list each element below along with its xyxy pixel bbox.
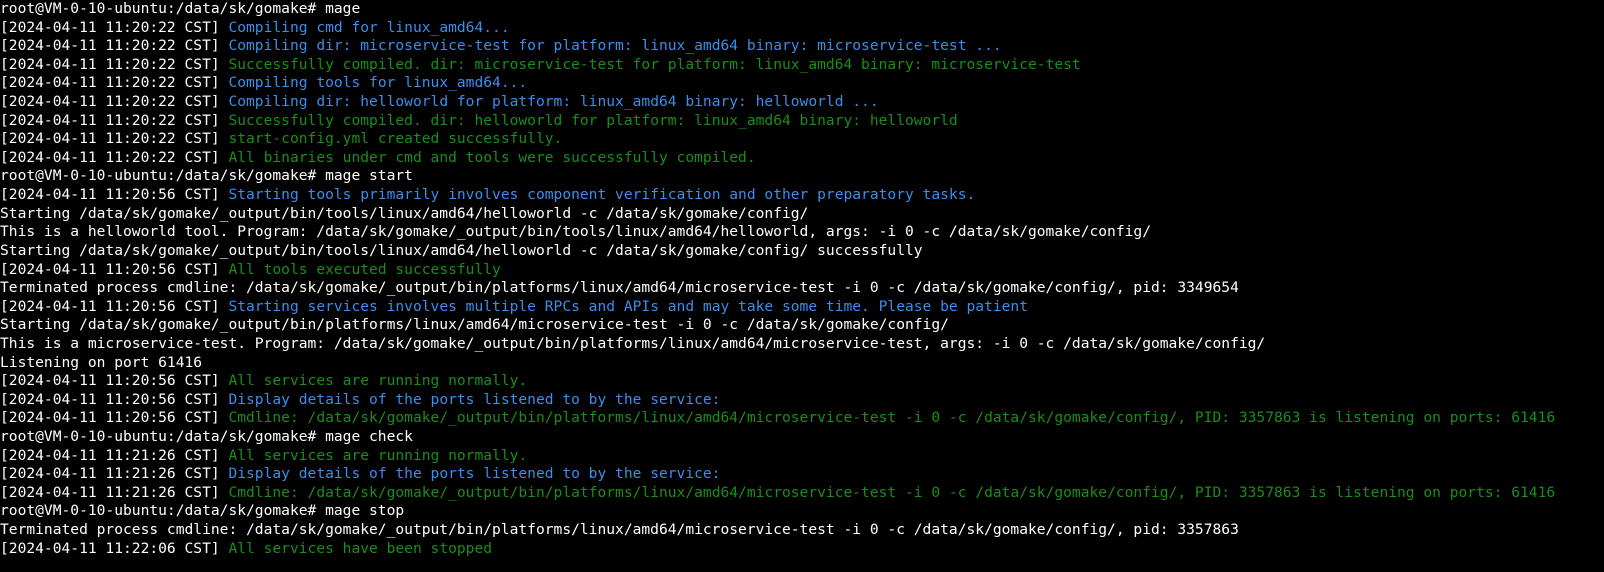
log-line: [2024-04-11 11:20:22 CST] All binaries u… [0,149,1604,168]
shell-prompt: root@VM-0-10-ubuntu:/data/sk/gomake# [0,167,326,185]
log-timestamp: [2024-04-11 11:20:22 CST] [0,37,229,55]
output-text: This is a microservice-test. Program: /d… [0,334,1266,352]
log-line: [2024-04-11 11:20:56 CST] All tools exec… [0,261,1604,280]
shell-command: mage check [325,428,413,446]
shell-prompt: root@VM-0-10-ubuntu:/data/sk/gomake# [0,502,326,520]
log-line: [2024-04-11 11:20:56 CST] Cmdline: /data… [0,409,1604,428]
log-timestamp: [2024-04-11 11:20:22 CST] [0,130,229,148]
log-message-info: Starting services involves multiple RPCs… [228,297,1028,315]
log-message-success: All services are running normally. [228,446,528,464]
log-timestamp: [2024-04-11 11:22:06 CST] [0,539,229,557]
log-timestamp: [2024-04-11 11:20:22 CST] [0,148,229,166]
output-text: This is a helloworld tool. Program: /dat… [0,223,1151,241]
log-line: [2024-04-11 11:22:06 CST] All services h… [0,540,1604,559]
log-message-success: All services have been stopped [228,539,493,557]
log-line: [2024-04-11 11:20:22 CST] Compiling dir:… [0,37,1604,56]
output-line: This is a helloworld tool. Program: /dat… [0,223,1604,242]
log-line: [2024-04-11 11:20:56 CST] Display detail… [0,391,1604,410]
log-line: [2024-04-11 11:21:26 CST] Display detail… [0,465,1604,484]
output-line: Starting /data/sk/gomake/_output/bin/too… [0,205,1604,224]
log-timestamp: [2024-04-11 11:20:56 CST] [0,372,229,390]
log-message-info: Starting tools primarily involves compon… [228,186,976,204]
log-timestamp: [2024-04-11 11:20:56 CST] [0,297,229,315]
log-message-info: Compiling cmd for linux_amd64... [228,18,510,36]
shell-command: mage [325,0,361,17]
log-message-success: All tools executed successfully [228,260,501,278]
log-message-info: Compiling dir: microservice-test for pla… [228,37,1002,55]
prompt-line: root@VM-0-10-ubuntu:/data/sk/gomake# mag… [0,167,1604,186]
log-line: [2024-04-11 11:20:22 CST] Successfully c… [0,56,1604,75]
log-timestamp: [2024-04-11 11:20:22 CST] [0,93,229,111]
log-line: [2024-04-11 11:21:26 CST] Cmdline: /data… [0,484,1604,503]
output-line: This is a microservice-test. Program: /d… [0,335,1604,354]
log-message-success: All services are running normally. [228,372,528,390]
log-timestamp: [2024-04-11 11:20:56 CST] [0,186,229,204]
output-line: Listening on port 61416 [0,354,1604,373]
log-timestamp: [2024-04-11 11:20:22 CST] [0,18,229,36]
output-text: Starting /data/sk/gomake/_output/bin/pla… [0,316,949,334]
log-line: [2024-04-11 11:20:22 CST] Compiling tool… [0,74,1604,93]
log-message-info: Compiling dir: helloworld for platform: … [228,93,879,111]
output-text: Starting /data/sk/gomake/_output/bin/too… [0,241,923,259]
output-line: Starting /data/sk/gomake/_output/bin/pla… [0,316,1604,335]
prompt-line: root@VM-0-10-ubuntu:/data/sk/gomake# mag… [0,0,1604,19]
log-message-info: Display details of the ports listened to… [228,390,721,408]
output-text: Listening on port 61416 [0,353,203,371]
log-message-info: Compiling tools for linux_amd64... [228,74,528,92]
output-text: Terminated process cmdline: /data/sk/gom… [0,521,1239,539]
shell-command: mage stop [325,502,405,520]
log-timestamp: [2024-04-11 11:21:26 CST] [0,446,229,464]
log-timestamp: [2024-04-11 11:21:26 CST] [0,465,229,483]
log-timestamp: [2024-04-11 11:20:22 CST] [0,55,229,73]
shell-command: mage start [325,167,413,185]
log-message-success: Cmdline: /data/sk/gomake/_output/bin/pla… [228,409,1556,427]
shell-prompt: root@VM-0-10-ubuntu:/data/sk/gomake# [0,0,326,17]
output-line: Starting /data/sk/gomake/_output/bin/too… [0,242,1604,261]
log-line: [2024-04-11 11:20:56 CST] Starting tools… [0,186,1604,205]
log-line: [2024-04-11 11:20:56 CST] All services a… [0,372,1604,391]
prompt-line: root@VM-0-10-ubuntu:/data/sk/gomake# mag… [0,502,1604,521]
log-line: [2024-04-11 11:20:22 CST] Compiling dir:… [0,93,1604,112]
output-text: Terminated process cmdline: /data/sk/gom… [0,279,1239,297]
log-message-success: All binaries under cmd and tools were su… [228,148,756,166]
log-line: [2024-04-11 11:20:22 CST] start-config.y… [0,130,1604,149]
log-timestamp: [2024-04-11 11:21:26 CST] [0,483,229,501]
log-message-success: Successfully compiled. dir: microservice… [228,55,1081,73]
log-timestamp: [2024-04-11 11:20:56 CST] [0,260,229,278]
terminal-window[interactable]: root@VM-0-10-ubuntu:/data/sk/gomake# mag… [0,0,1604,572]
log-line: [2024-04-11 11:20:22 CST] Compiling cmd … [0,19,1604,38]
log-line: [2024-04-11 11:20:56 CST] Starting servi… [0,298,1604,317]
log-message-info: Display details of the ports listened to… [228,465,721,483]
log-timestamp: [2024-04-11 11:20:56 CST] [0,390,229,408]
output-line: Terminated process cmdline: /data/sk/gom… [0,279,1604,298]
log-message-success: start-config.yml created successfully. [228,130,563,148]
log-line: [2024-04-11 11:21:26 CST] All services a… [0,447,1604,466]
log-message-success: Cmdline: /data/sk/gomake/_output/bin/pla… [228,483,1556,501]
log-message-success: Successfully compiled. dir: helloworld f… [228,111,958,129]
log-timestamp: [2024-04-11 11:20:22 CST] [0,74,229,92]
output-text: Starting /data/sk/gomake/_output/bin/too… [0,204,809,222]
log-timestamp: [2024-04-11 11:20:56 CST] [0,409,229,427]
shell-prompt: root@VM-0-10-ubuntu:/data/sk/gomake# [0,428,326,446]
log-line: [2024-04-11 11:20:22 CST] Successfully c… [0,112,1604,131]
output-line: Terminated process cmdline: /data/sk/gom… [0,521,1604,540]
prompt-line: root@VM-0-10-ubuntu:/data/sk/gomake# mag… [0,428,1604,447]
log-timestamp: [2024-04-11 11:20:22 CST] [0,111,229,129]
